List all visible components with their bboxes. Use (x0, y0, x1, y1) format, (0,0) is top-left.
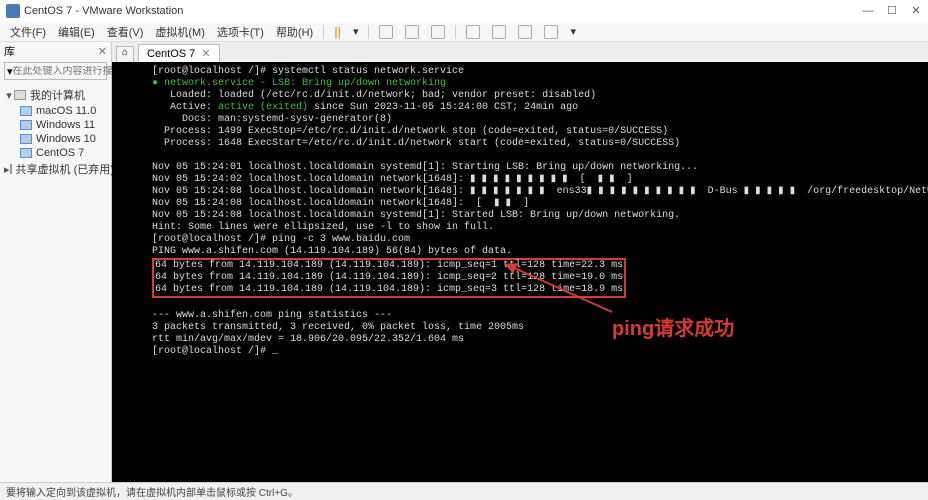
term-line: [root@localhost /]# _ (152, 346, 278, 357)
dropdown-icon[interactable]: ▾ (564, 23, 582, 40)
vm-icon (20, 120, 32, 130)
sidebar-search[interactable]: ▾ 🔍 (4, 62, 107, 80)
window-controls: — ☐ ✕ (862, 5, 922, 17)
menu-tabs[interactable]: 选项卡(T) (211, 22, 270, 42)
toolbar-icon[interactable] (518, 25, 532, 39)
home-tab[interactable]: ⌂ (116, 46, 134, 62)
tree-item-macos[interactable]: macOS 11.0 (2, 104, 109, 118)
sidebar-close-icon[interactable]: ✕ (98, 45, 107, 58)
vm-icon (20, 134, 32, 144)
annotation-text: ping请求成功 (612, 312, 734, 341)
menu-file[interactable]: 文件(F) (4, 22, 52, 42)
sidebar-header: 库 ✕ (0, 42, 111, 60)
toolbar-icon[interactable] (544, 25, 558, 39)
term-line: --- www.a.shifen.com ping statistics --- (152, 310, 392, 321)
tree-label: macOS 11.0 (36, 105, 96, 117)
term-line: [root@localhost /]# ping -c 3 www.baidu.… (152, 234, 410, 245)
term-line: rtt min/avg/max/mdev = 18.906/20.095/22.… (152, 334, 464, 345)
dropdown-icon[interactable]: ▾ (347, 23, 365, 40)
tab-label: CentOS 7 (147, 48, 195, 60)
term-line: PING www.a.shifen.com (14.119.104.189) 5… (152, 246, 512, 257)
tree-label: 我的计算机 (30, 87, 85, 103)
sidebar-title: 库 (4, 43, 15, 59)
toolbar-icon[interactable] (405, 25, 419, 39)
content: ⌂ CentOS 7 ✕ [root@localhost /]# systemc… (112, 42, 928, 482)
tree-label: Windows 11 (36, 119, 95, 131)
term-line: Process: 1648 ExecStart=/etc/rc.d/init.d… (152, 138, 680, 149)
tree-item-win11[interactable]: Windows 11 (2, 118, 109, 132)
separator (323, 25, 324, 39)
term-line: Hint: Some lines were ellipsized, use -l… (152, 222, 494, 233)
sidebar: 库 ✕ ▾ 🔍 ▾ 我的计算机 macOS 11.0 Windows 11 Wi… (0, 42, 112, 482)
tree-shared-vms[interactable]: ▸ 共享虚拟机 (已弃用) (2, 160, 109, 178)
tab-centos7[interactable]: CentOS 7 ✕ (138, 44, 220, 62)
terminal-viewport[interactable]: [root@localhost /]# systemctl status net… (112, 62, 928, 482)
term-line: Nov 05 15:24:08 localhost.localdomain ne… (152, 198, 529, 209)
term-line: Nov 05 15:24:02 localhost.localdomain ne… (152, 174, 633, 185)
app-icon (6, 4, 20, 18)
vm-icon (20, 148, 32, 158)
term-line: Process: 1499 ExecStop=/etc/rc.d/init.d/… (152, 126, 668, 137)
tree-item-win10[interactable]: Windows 10 (2, 132, 109, 146)
tree-label: Windows 10 (36, 133, 96, 145)
tree-item-centos7[interactable]: CentOS 7 (2, 146, 109, 160)
toolbar-icon[interactable] (492, 25, 506, 39)
menubar: 文件(F) 编辑(E) 查看(V) 虚拟机(M) 选项卡(T) 帮助(H) ||… (0, 22, 928, 42)
separator (368, 25, 369, 39)
titlebar: CentOS 7 - VMware Workstation — ☐ ✕ (0, 0, 928, 22)
term-line: Nov 05 15:24:01 localhost.localdomain sy… (152, 162, 698, 173)
shared-icon (10, 164, 12, 174)
term-line: since Sun 2023-11-05 15:24:00 CST; 24min… (308, 102, 578, 113)
minimize-button[interactable]: — (862, 5, 874, 17)
tree-label: CentOS 7 (36, 147, 84, 159)
pause-icon[interactable]: || (334, 25, 341, 39)
main: 库 ✕ ▾ 🔍 ▾ 我的计算机 macOS 11.0 Windows 11 Wi… (0, 42, 928, 482)
window-title: CentOS 7 - VMware Workstation (24, 5, 862, 17)
toolbar-icon[interactable] (466, 25, 480, 39)
vm-icon (20, 106, 32, 116)
term-active-status: active (exited) (218, 102, 308, 113)
status-text: 要将输入定向到该虚拟机，请在虚拟机内部单击鼠标或按 Ctrl+G。 (6, 484, 298, 499)
sidebar-tree: ▾ 我的计算机 macOS 11.0 Windows 11 Windows 10… (0, 82, 111, 182)
separator (455, 25, 456, 39)
tab-close-icon[interactable]: ✕ (201, 47, 210, 60)
close-button[interactable]: ✕ (910, 5, 922, 17)
tabbar: ⌂ CentOS 7 ✕ (112, 42, 928, 62)
maximize-button[interactable]: ☐ (886, 5, 898, 17)
menu-view[interactable]: 查看(V) (101, 22, 150, 42)
term-line: Loaded: loaded (/etc/rc.d/init.d/network… (152, 90, 596, 101)
term-line: Docs: man:systemd-sysv-generator(8) (152, 114, 392, 125)
term-line: Nov 05 15:24:08 localhost.localdomain ne… (152, 186, 928, 197)
term-line: 3 packets transmitted, 3 received, 0% pa… (152, 322, 524, 333)
computer-icon (14, 90, 26, 100)
annotation-arrow (502, 262, 622, 325)
term-line: Active: (152, 102, 218, 113)
term-line: Nov 05 15:24:08 localhost.localdomain sy… (152, 210, 680, 221)
caret-icon[interactable]: ▾ (4, 89, 14, 102)
toolbar-icon[interactable] (379, 25, 393, 39)
term-line: ● network.service - LSB: Bring up/down n… (152, 78, 446, 89)
term-line: [root@localhost /]# systemctl status net… (152, 66, 464, 77)
menu-edit[interactable]: 编辑(E) (52, 22, 101, 42)
toolbar-icon[interactable] (431, 25, 445, 39)
menu-vm[interactable]: 虚拟机(M) (149, 22, 211, 42)
menu-help[interactable]: 帮助(H) (270, 22, 319, 42)
tree-label: 共享虚拟机 (已弃用) (16, 161, 114, 177)
tree-root-my-computer[interactable]: ▾ 我的计算机 (2, 86, 109, 104)
statusbar: 要将输入定向到该虚拟机，请在虚拟机内部单击鼠标或按 Ctrl+G。 (0, 482, 928, 500)
